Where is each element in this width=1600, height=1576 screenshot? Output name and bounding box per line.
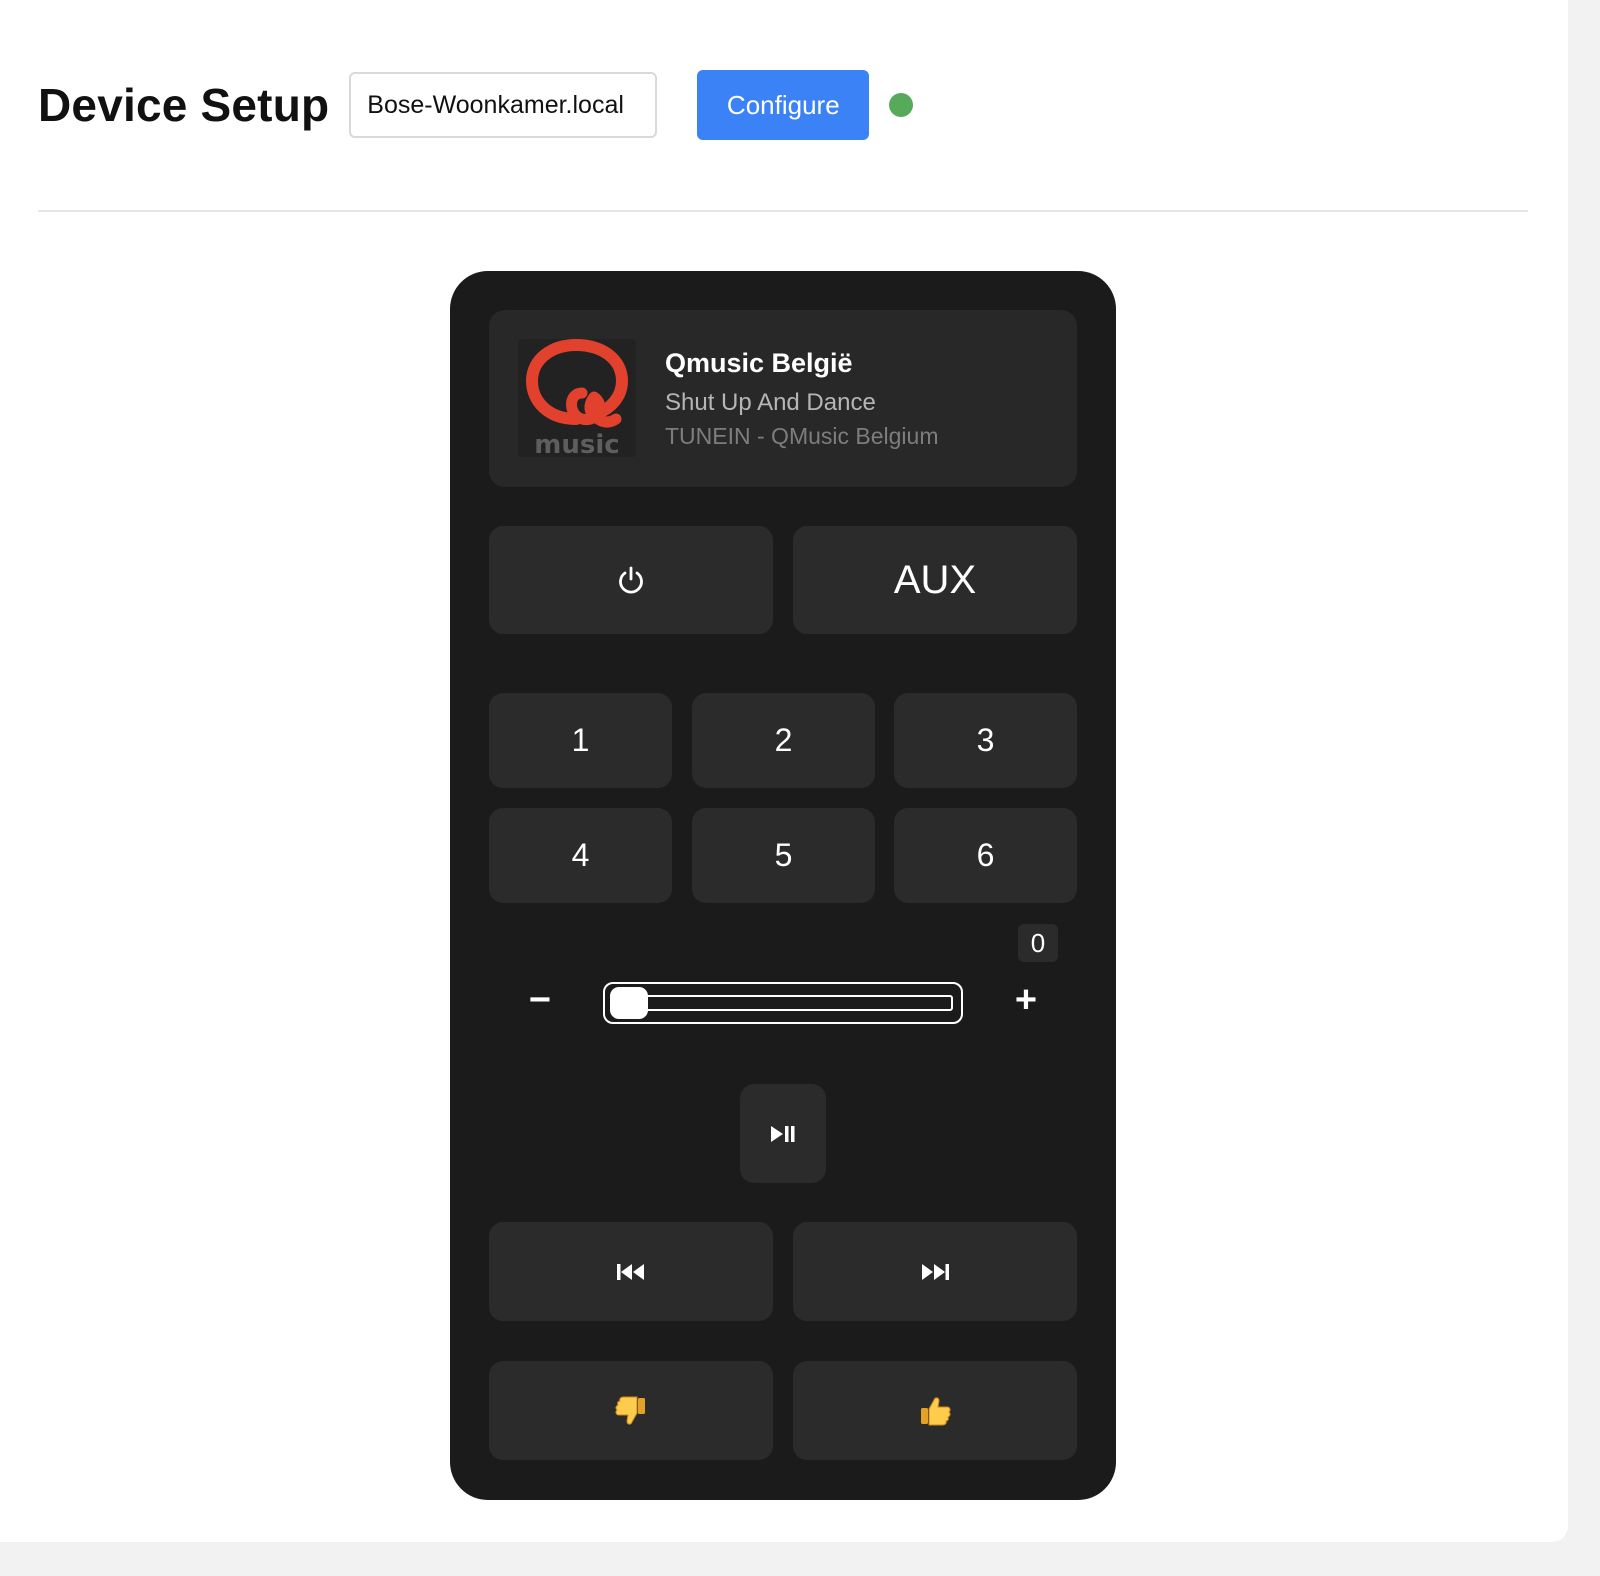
next-track-button[interactable] [793, 1222, 1077, 1321]
configure-button[interactable]: Configure [697, 70, 870, 140]
thumbs-up-button[interactable] [793, 1361, 1077, 1460]
now-playing-text: Qmusic België Shut Up And Dance TUNEIN -… [665, 348, 938, 450]
qmusic-logo: music [518, 339, 636, 457]
source-label: TUNEIN - QMusic Belgium [665, 423, 939, 449]
thumbs-down-icon [615, 1396, 645, 1425]
preset-4-button[interactable]: 4 [489, 808, 672, 903]
volume-up-button[interactable]: + [1006, 979, 1046, 1022]
track-title: Shut Up And Dance [665, 389, 876, 416]
logo-text: music [534, 430, 619, 457]
preset-1-button[interactable]: 1 [489, 693, 672, 788]
next-track-icon [922, 1263, 949, 1280]
aux-button[interactable]: AUX [793, 526, 1077, 634]
thumbs-up-icon [921, 1396, 951, 1425]
previous-track-button[interactable] [489, 1222, 773, 1321]
page-card: Device Setup Configure music Qmusic Belg… [0, 0, 1568, 1542]
device-setup-header: Device Setup Configure [38, 70, 914, 140]
power-icon [619, 566, 643, 594]
previous-track-icon [617, 1263, 644, 1280]
play-pause-icon [771, 1125, 795, 1142]
device-host-input[interactable] [349, 72, 658, 138]
page-title: Device Setup [38, 79, 330, 131]
volume-slider-thumb[interactable] [610, 987, 648, 1019]
preset-3-button[interactable]: 3 [894, 693, 1077, 788]
preset-5-button[interactable]: 5 [692, 808, 875, 903]
remote-control: music Qmusic België Shut Up And Dance TU… [450, 271, 1116, 1500]
power-button[interactable] [489, 526, 773, 634]
volume-down-button[interactable]: − [520, 979, 560, 1022]
play-pause-button[interactable] [740, 1084, 826, 1183]
preset-6-button[interactable]: 6 [894, 808, 1077, 903]
preset-2-button[interactable]: 2 [692, 693, 875, 788]
connection-status-indicator [889, 93, 914, 117]
divider [38, 210, 1528, 212]
thumbs-down-button[interactable] [489, 1361, 773, 1460]
station-name: Qmusic België [665, 348, 853, 378]
now-playing-panel: music Qmusic België Shut Up And Dance TU… [489, 310, 1077, 487]
volume-slider[interactable] [603, 982, 963, 1024]
volume-slider-rail [613, 995, 953, 1011]
volume-value-badge: 0 [1018, 924, 1058, 962]
